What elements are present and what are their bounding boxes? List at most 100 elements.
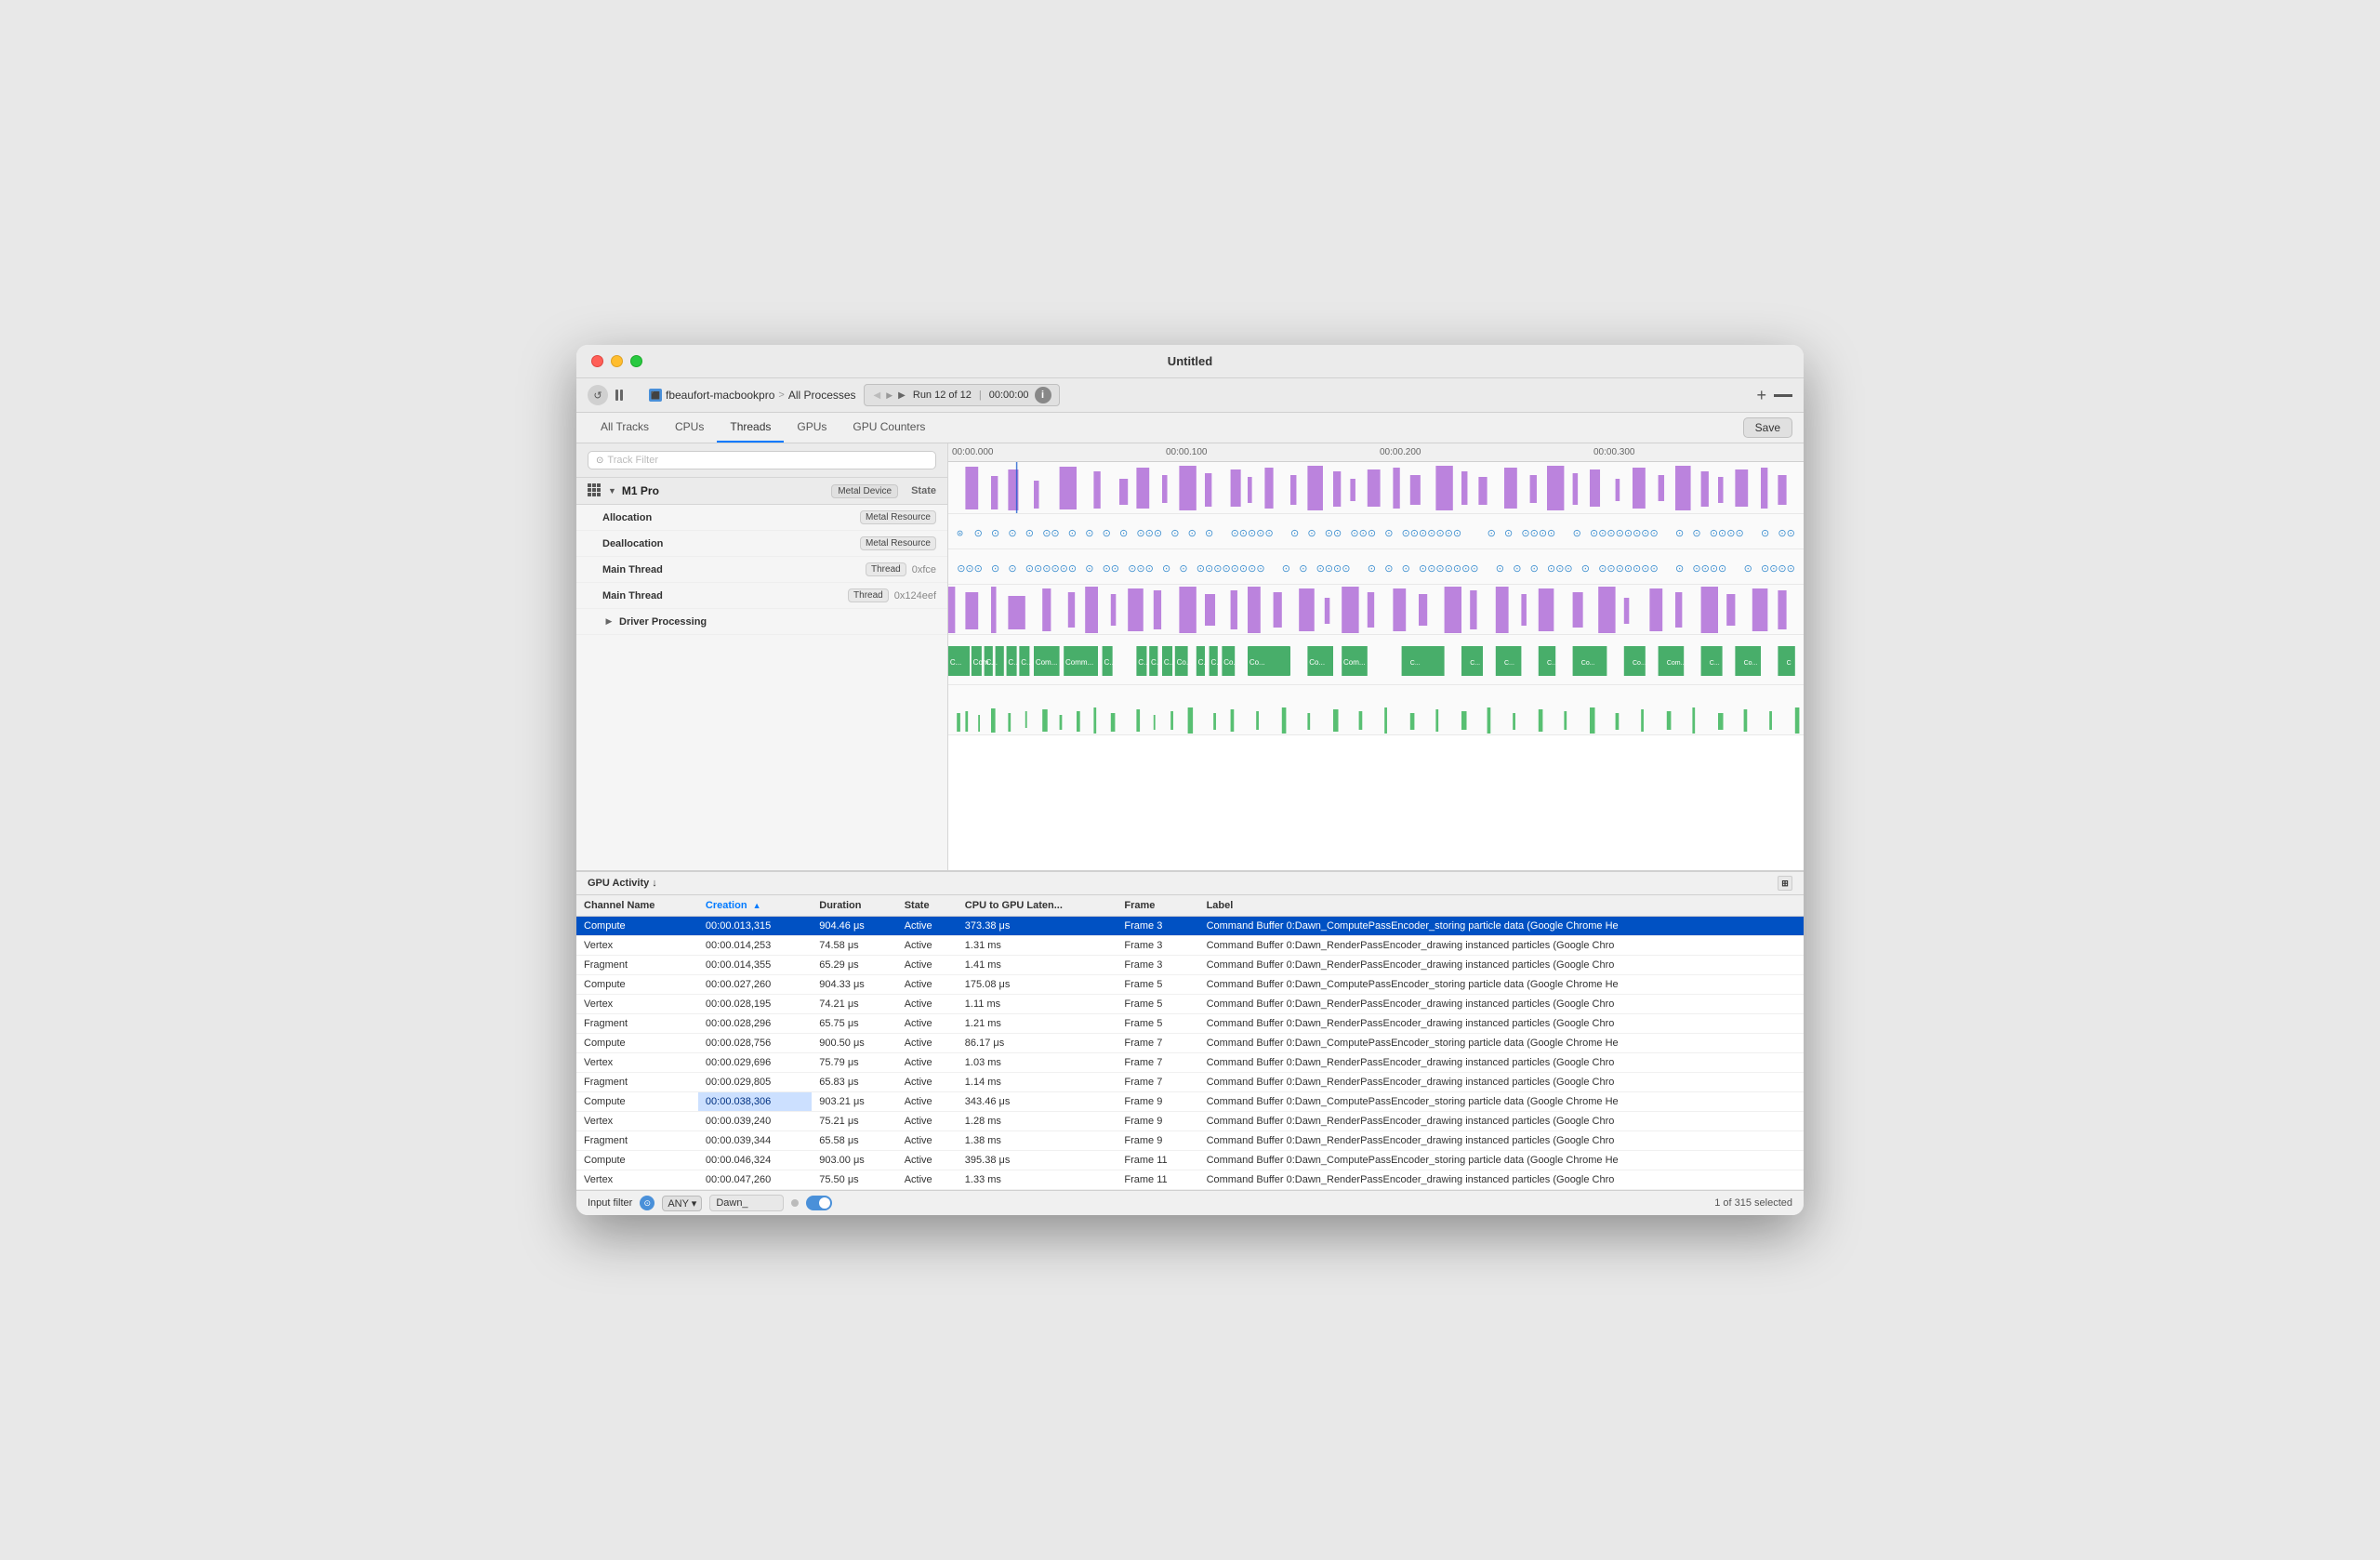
table-row[interactable]: Fragment00:00.029,80565.83 μsActive1.14 … xyxy=(576,1073,1804,1092)
cell-frame: Frame 11 xyxy=(1117,1151,1198,1170)
svg-text:⊙: ⊙ xyxy=(991,528,999,539)
track-filter-input[interactable]: ⊙ Track Filter xyxy=(588,451,936,469)
cell-duration: 903.00 μs xyxy=(812,1151,896,1170)
device-label[interactable]: fbeaufort-macbookpro xyxy=(666,389,774,402)
svg-text:⊙⊙⊙: ⊙⊙⊙ xyxy=(1128,563,1154,575)
track-canvas-alloc: ⊙ ⊙ ⊙ ⊙ ⊙ ⊙⊙ ⊙ ⊙ ⊙ ⊙ ⊙⊙⊙ xyxy=(948,514,1804,549)
col-creation[interactable]: Creation ▲ xyxy=(698,895,812,917)
save-button[interactable]: Save xyxy=(1743,417,1792,438)
driver-expand-icon[interactable]: ▶ xyxy=(602,615,615,628)
track-canvas-driver xyxy=(948,685,1804,734)
filter-label: Input filter xyxy=(588,1197,632,1209)
table-row[interactable]: Vertex00:00.047,26075.50 μsActive1.33 ms… xyxy=(576,1170,1804,1190)
svg-text:⊙⊙⊙⊙⊙⊙⊙: ⊙⊙⊙⊙⊙⊙⊙ xyxy=(1402,528,1462,539)
add-button[interactable]: + xyxy=(1756,386,1766,405)
cell-label: Command Buffer 0:Dawn_RenderPassEncoder_… xyxy=(1199,1053,1804,1073)
cell-channel: Vertex xyxy=(576,936,698,956)
minimize-button[interactable] xyxy=(611,355,623,367)
cell-frame: Frame 7 xyxy=(1117,1034,1198,1053)
back-button[interactable]: ↺ xyxy=(588,385,608,405)
table-row[interactable]: Fragment00:00.039,34465.58 μsActive1.38 … xyxy=(576,1131,1804,1151)
sidebar-row-main-thread-1[interactable]: Main Thread Thread 0xfce xyxy=(576,557,947,583)
toolbar: ↺ ⬛ fbeaufort-macbookpro > All Processes… xyxy=(576,378,1804,413)
sidebar-row-deallocation[interactable]: Deallocation Metal Resource xyxy=(576,531,947,557)
cell-duration: 904.46 μs xyxy=(812,917,896,936)
cell-channel: Compute xyxy=(576,975,698,995)
cell-latency: 395.38 μs xyxy=(958,1151,1117,1170)
gpu-activity-title[interactable]: GPU Activity ↓ xyxy=(588,878,657,889)
table-header-row: Channel Name Creation ▲ Duration State C… xyxy=(576,895,1804,917)
run-nav-left[interactable]: ◀ xyxy=(872,390,883,401)
svg-text:C...: C... xyxy=(1164,658,1175,667)
table-row[interactable]: Compute00:00.028,756900.50 μsActive86.17… xyxy=(576,1034,1804,1053)
cell-channel: Fragment xyxy=(576,956,698,975)
table-row[interactable]: Compute00:00.038,306903.21 μsActive343.4… xyxy=(576,1092,1804,1112)
table-row[interactable]: Fragment00:00.014,35565.29 μsActive1.41 … xyxy=(576,956,1804,975)
filter-input-field[interactable]: Dawn_ xyxy=(709,1195,784,1211)
table-row[interactable]: Compute00:00.046,324903.00 μsActive395.3… xyxy=(576,1151,1804,1170)
svg-text:⊙: ⊙ xyxy=(1513,563,1521,575)
pause-button[interactable] xyxy=(615,385,641,405)
tab-threads[interactable]: Threads xyxy=(717,413,784,443)
data-table: Channel Name Creation ▲ Duration State C… xyxy=(576,895,1804,1190)
cell-frame: Frame 5 xyxy=(1117,1014,1198,1034)
col-channel-name[interactable]: Channel Name xyxy=(576,895,698,917)
cell-creation: 00:00.014,355 xyxy=(698,956,812,975)
svg-text:C...: C... xyxy=(1504,660,1514,667)
svg-text:C...: C... xyxy=(985,658,997,667)
table-row[interactable]: Compute00:00.013,315904.46 μsActive373.3… xyxy=(576,917,1804,936)
cell-label: Command Buffer 0:Dawn_ComputePassEncoder… xyxy=(1199,1034,1804,1053)
svg-text:⊙⊙⊙⊙⊙⊙: ⊙⊙⊙⊙⊙⊙ xyxy=(1025,563,1077,575)
col-frame[interactable]: Frame xyxy=(1117,895,1198,917)
process-label[interactable]: All Processes xyxy=(788,389,856,402)
col-label[interactable]: Label xyxy=(1199,895,1804,917)
filter-dot-indicator xyxy=(791,1199,799,1207)
grid-icon xyxy=(588,483,602,498)
table-row[interactable]: Vertex00:00.039,24075.21 μsActive1.28 ms… xyxy=(576,1112,1804,1131)
time-mark-0: 00:00.000 xyxy=(948,447,1162,457)
table-row[interactable]: Compute00:00.027,260904.33 μsActive175.0… xyxy=(576,975,1804,995)
cell-creation: 00:00.046,324 xyxy=(698,1151,812,1170)
col-latency[interactable]: CPU to GPU Laten... xyxy=(958,895,1117,917)
cell-state: Active xyxy=(897,936,958,956)
sidebar-row-allocation[interactable]: Allocation Metal Resource xyxy=(576,505,947,531)
cell-latency: 175.08 μs xyxy=(958,975,1117,995)
filter-symbol: ⊙ xyxy=(644,1198,652,1209)
cell-latency: 1.38 ms xyxy=(958,1131,1117,1151)
time-mark-1: 00:00.100 xyxy=(1162,447,1376,457)
main-thread-2-extra: 0x124eef xyxy=(894,590,936,602)
grid-cell xyxy=(592,493,596,496)
col-state[interactable]: State xyxy=(897,895,958,917)
track-rows: ⊙ ⊙ ⊙ ⊙ ⊙ ⊙⊙ ⊙ ⊙ ⊙ ⊙ ⊙⊙⊙ xyxy=(948,462,1804,870)
filter-any-dropdown[interactable]: ANY ▾ xyxy=(662,1196,702,1211)
sidebar-row-driver[interactable]: ▶ Driver Processing xyxy=(576,609,947,635)
cell-creation: 00:00.028,756 xyxy=(698,1034,812,1053)
table-row[interactable]: Vertex00:00.014,25374.58 μsActive1.31 ms… xyxy=(576,936,1804,956)
col-duration[interactable]: Duration xyxy=(812,895,896,917)
cell-state: Active xyxy=(897,1151,958,1170)
tab-gpu-counters[interactable]: GPU Counters xyxy=(840,413,938,443)
svg-text:Com...: Com... xyxy=(1343,658,1366,667)
tab-gpus[interactable]: GPUs xyxy=(784,413,840,443)
cell-state: Active xyxy=(897,1034,958,1053)
cell-channel: Fragment xyxy=(576,1014,698,1034)
maximize-button[interactable] xyxy=(630,355,642,367)
svg-text:⊙⊙⊙: ⊙⊙⊙ xyxy=(1350,528,1376,539)
tab-all-tracks[interactable]: All Tracks xyxy=(588,413,662,443)
track-row-alloc: ⊙ ⊙ ⊙ ⊙ ⊙ ⊙⊙ ⊙ ⊙ ⊙ ⊙ ⊙⊙⊙ xyxy=(948,514,1804,549)
cell-frame: Frame 11 xyxy=(1117,1170,1198,1190)
sidebar-row-main-thread-2[interactable]: Main Thread Thread 0x124eef xyxy=(576,583,947,609)
table-row[interactable]: Fragment00:00.028,29665.75 μsActive1.21 … xyxy=(576,1014,1804,1034)
tab-cpus[interactable]: CPUs xyxy=(662,413,717,443)
filter-toggle[interactable] xyxy=(806,1196,832,1210)
minus-button[interactable] xyxy=(1774,394,1792,397)
cell-duration: 65.83 μs xyxy=(812,1073,896,1092)
collapse-button[interactable]: ⊞ xyxy=(1778,876,1792,891)
info-button[interactable]: i xyxy=(1035,387,1051,403)
close-button[interactable] xyxy=(591,355,603,367)
svg-text:⊙: ⊙ xyxy=(1299,563,1307,575)
expand-chevron[interactable]: ▼ xyxy=(608,486,616,496)
table-row[interactable]: Vertex00:00.029,69675.79 μsActive1.03 ms… xyxy=(576,1053,1804,1073)
table-row[interactable]: Vertex00:00.028,19574.21 μsActive1.11 ms… xyxy=(576,995,1804,1014)
run-nav-right[interactable]: ▶ xyxy=(896,390,907,401)
